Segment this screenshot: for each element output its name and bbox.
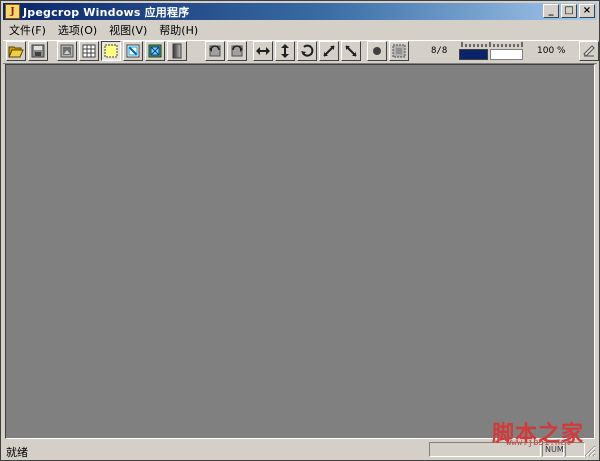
- crop-frame-icon: [126, 44, 140, 58]
- zoom-label: 100 %: [537, 46, 566, 56]
- maximize-button[interactable]: □: [561, 4, 577, 18]
- close-button[interactable]: ×: [579, 4, 595, 18]
- app-window: J Jpegcrop Windows 应用程序 _ □ × 文件(F) 选项(O…: [0, 0, 600, 461]
- rotate-right-button[interactable]: [227, 41, 247, 61]
- app-icon[interactable]: J: [5, 4, 20, 19]
- flip-vertical-button[interactable]: [275, 41, 295, 61]
- save-button[interactable]: [28, 41, 48, 61]
- transverse-button[interactable]: [341, 41, 361, 61]
- transpose-button[interactable]: [319, 41, 339, 61]
- copy-image-button[interactable]: [57, 41, 77, 61]
- menu-options[interactable]: 选项(O): [52, 22, 103, 38]
- gradient-strip-icon: [172, 43, 182, 59]
- copy-image-icon: [60, 44, 74, 58]
- resize-grip-icon[interactable]: [584, 445, 596, 457]
- transverse-icon: [345, 45, 357, 57]
- grid-button[interactable]: [79, 41, 99, 61]
- save-icon: [31, 44, 45, 58]
- status-text: 就绪: [6, 446, 28, 459]
- menu-view[interactable]: 视图(V): [103, 22, 153, 38]
- transpose-icon: [323, 45, 335, 57]
- grid-icon: [82, 44, 96, 58]
- select-area-icon: [104, 44, 118, 58]
- flip-vertical-icon: [281, 44, 289, 58]
- circle-button[interactable]: [367, 41, 387, 61]
- crop-frame-button[interactable]: [123, 41, 143, 61]
- frame-button[interactable]: [389, 41, 409, 61]
- window-controls: _ □ ×: [541, 4, 595, 18]
- quality-slider-track[interactable]: [490, 49, 523, 60]
- minimize-button[interactable]: _: [543, 4, 559, 18]
- crop-fit-button[interactable]: [145, 41, 165, 61]
- frame-icon: [392, 44, 406, 58]
- image-canvas[interactable]: [5, 64, 595, 439]
- flip-horizontal-button[interactable]: [253, 41, 273, 61]
- flip-horizontal-icon: [256, 47, 270, 55]
- window-title: Jpegcrop Windows 应用程序: [23, 5, 190, 19]
- open-icon: [8, 46, 24, 58]
- circle-icon: [373, 47, 381, 55]
- select-area-button[interactable]: [101, 41, 121, 61]
- rotate-right-icon: [231, 45, 243, 57]
- quality-slider-fill[interactable]: [459, 49, 488, 60]
- menu-help[interactable]: 帮助(H): [153, 22, 204, 38]
- quality-ticks: [461, 42, 523, 47]
- rotate-left-icon: [209, 45, 221, 57]
- menu-file[interactable]: 文件(F): [3, 22, 52, 38]
- scale-ratio-label: 8/8: [431, 46, 448, 56]
- menu-bar: 文件(F) 选项(O) 视图(V) 帮助(H): [3, 21, 597, 39]
- toolbar-options-icon: [583, 45, 595, 57]
- rotate-180-icon: [301, 44, 314, 57]
- rotate-180-button[interactable]: [297, 41, 317, 61]
- open-button[interactable]: [6, 41, 26, 61]
- title-bar[interactable]: J Jpegcrop Windows 应用程序 _ □ ×: [3, 3, 597, 20]
- toolbar: 8/8 100 %: [3, 40, 599, 64]
- crop-fit-icon: [148, 44, 162, 58]
- toolbar-options-button[interactable]: [579, 41, 599, 61]
- gradient-strip-button[interactable]: [167, 41, 187, 61]
- rotate-left-button[interactable]: [205, 41, 225, 61]
- watermark-url: www.jb51.net: [506, 438, 572, 448]
